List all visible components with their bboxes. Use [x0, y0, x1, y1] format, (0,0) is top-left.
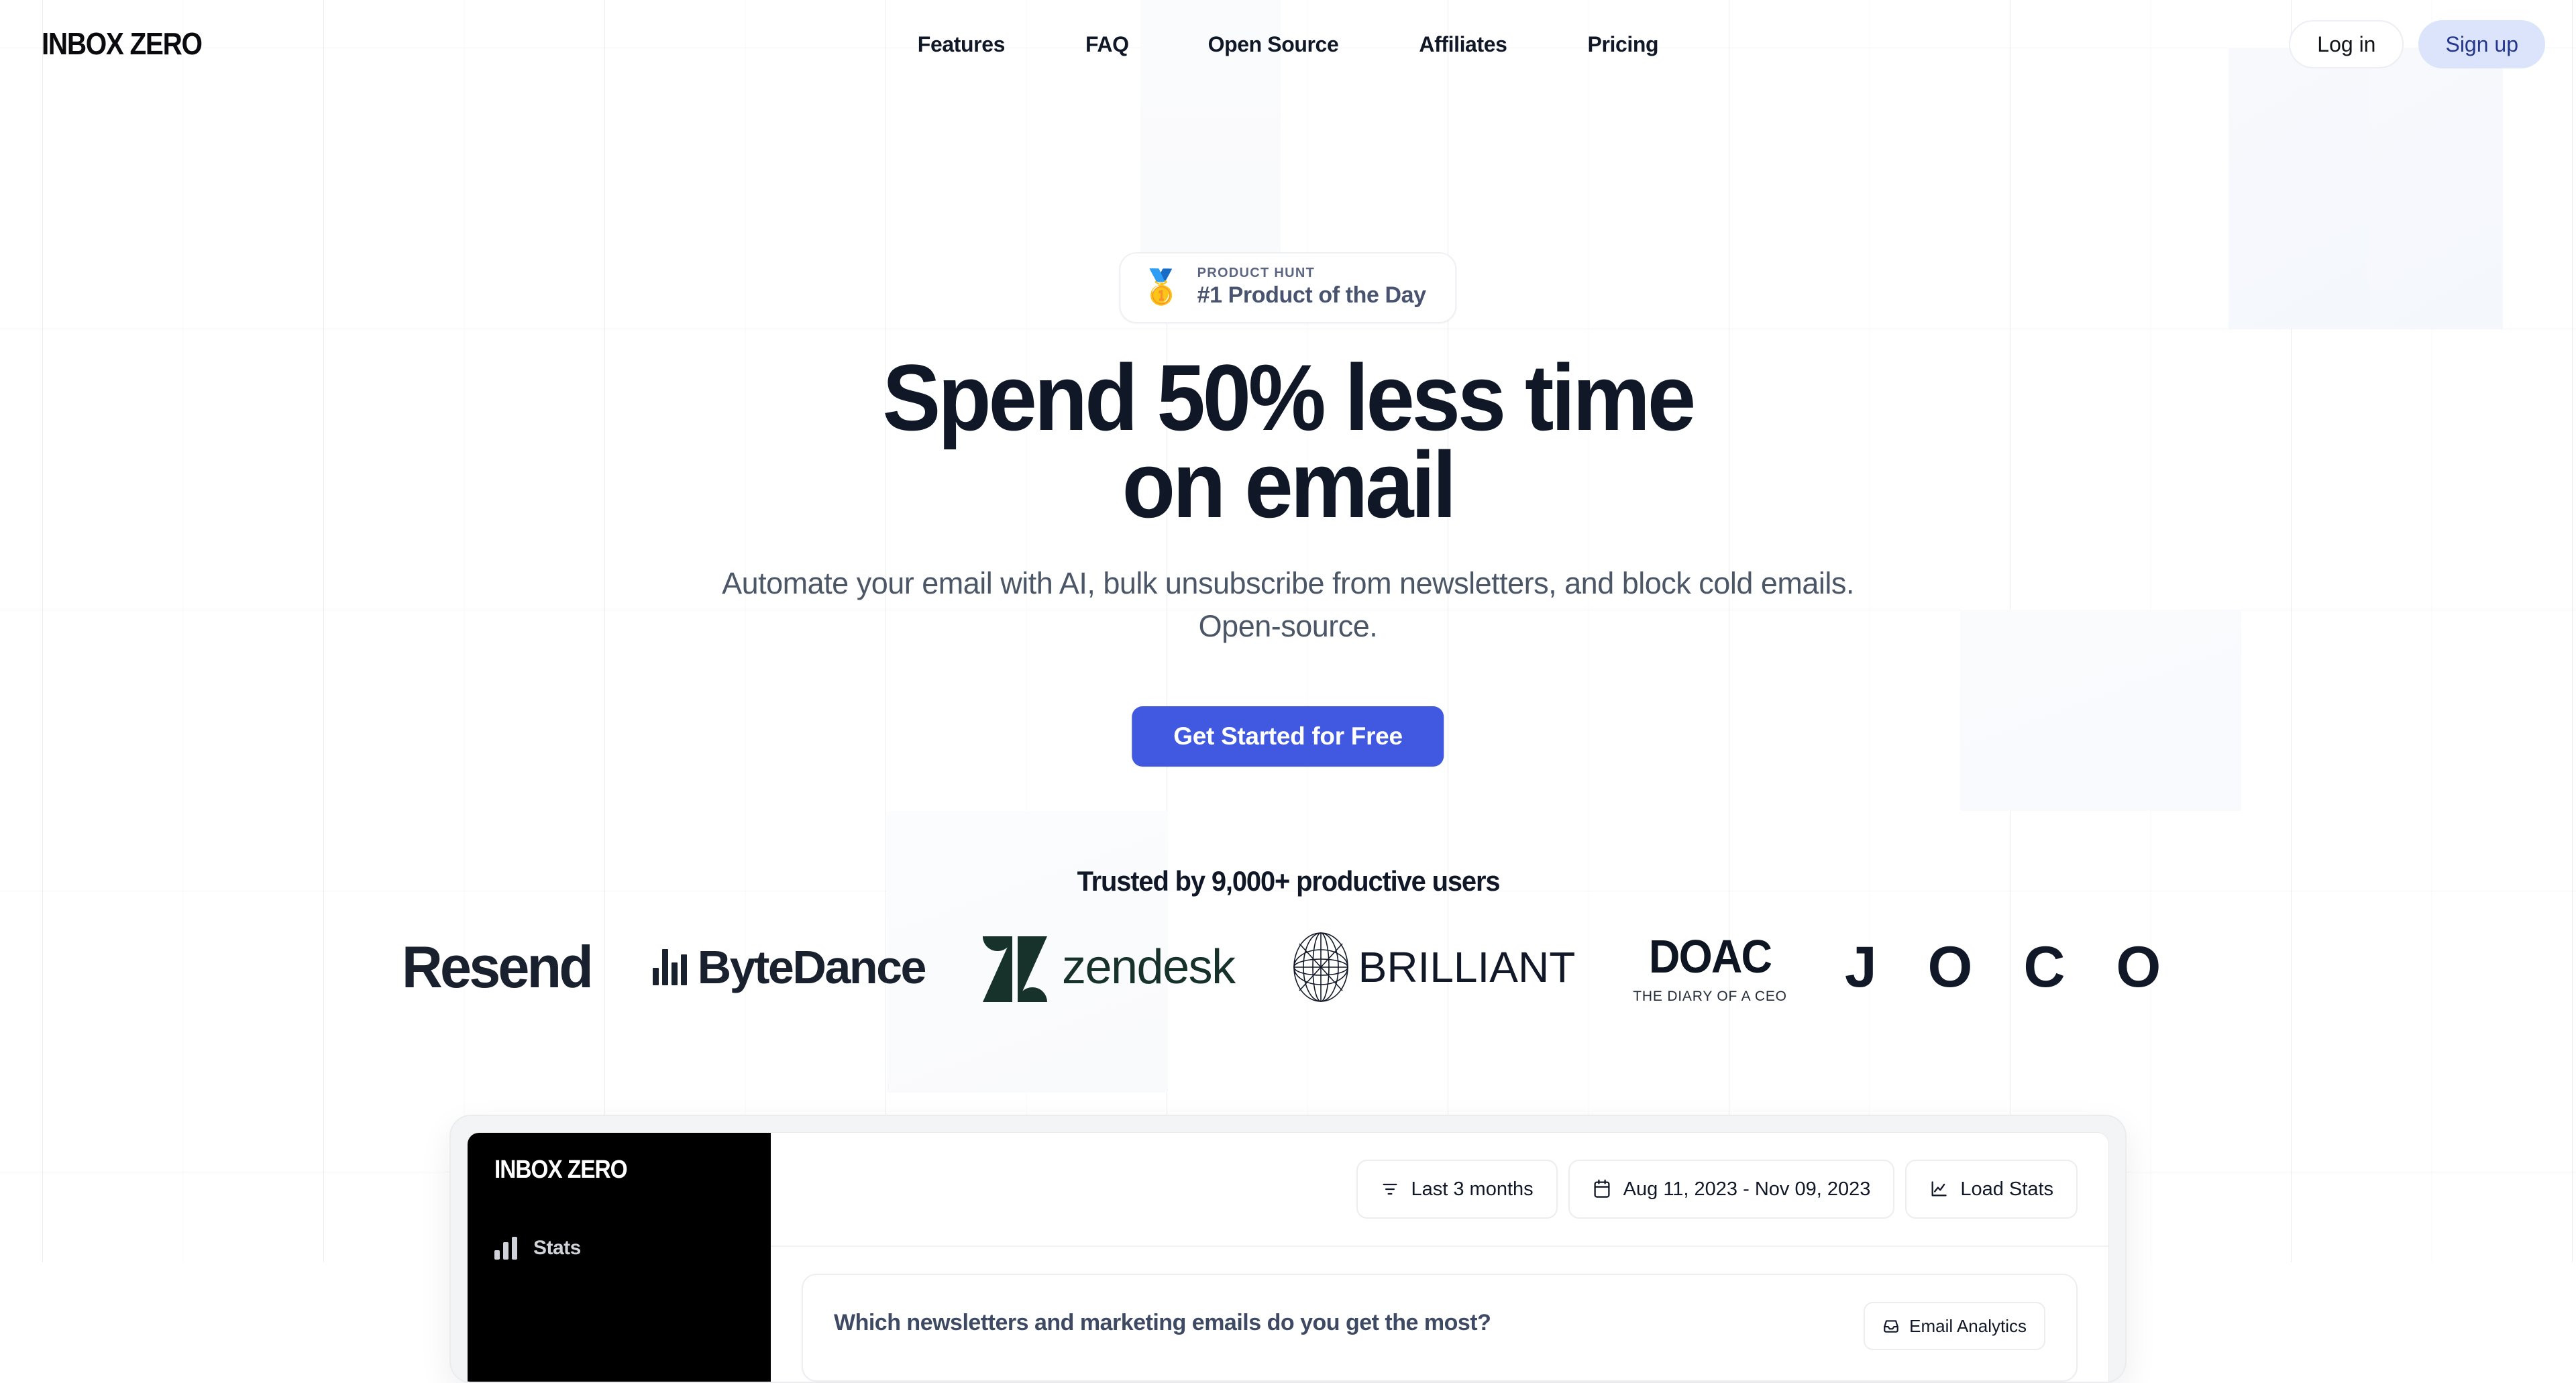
- signup-button[interactable]: Sign up: [2418, 20, 2545, 68]
- gold-medal-icon: 🥇: [1140, 268, 1183, 306]
- bar-chart-icon: [494, 1237, 517, 1260]
- app-sidebar-nav: Stats: [494, 1237, 771, 1260]
- grid-cell-tint: [1960, 610, 2241, 811]
- logo-brilliant-wordmark: BRILLIANT: [1358, 943, 1576, 991]
- nav-item-open-source[interactable]: Open Source: [1208, 32, 1339, 57]
- nav-item-features[interactable]: Features: [918, 32, 1006, 57]
- email-analytics-button[interactable]: Email Analytics: [1864, 1302, 2045, 1350]
- product-hunt-badge[interactable]: 🥇 PRODUCT HUNT #1 Product of the Day: [1119, 252, 1457, 323]
- logo-doac-wordmark: DOAC: [1648, 930, 1772, 983]
- app-toolbar: Last 3 months Aug 11, 2023 - Nov 09, 202…: [771, 1133, 2108, 1247]
- logo-cloud: Resend ByteDance zendesk BRILLIANT DOAC …: [0, 927, 2576, 1007]
- date-range-preset-label: Last 3 months: [1411, 1178, 1534, 1200]
- app-preview-mockup: INBOX ZERO Stats Last 3 months Aug 11, 2…: [449, 1115, 2127, 1383]
- date-range-label: Aug 11, 2023 - Nov 09, 2023: [1623, 1178, 1871, 1200]
- product-hunt-title: #1 Product of the Day: [1197, 282, 1427, 308]
- app-sidebar: INBOX ZERO Stats: [468, 1133, 771, 1382]
- hero-subheadline: Automate your email with AI, bulk unsubs…: [722, 566, 1854, 643]
- get-started-button[interactable]: Get Started for Free: [1132, 706, 1444, 767]
- logo-bytedance: ByteDance: [652, 927, 927, 1007]
- nav-item-affiliates[interactable]: Affiliates: [1419, 32, 1507, 57]
- sidebar-item-stats[interactable]: Stats: [494, 1237, 771, 1260]
- filter-icon: [1383, 1183, 1397, 1195]
- logo-zendesk-wordmark: zendesk: [1061, 940, 1236, 994]
- email-analytics-label: Email Analytics: [1909, 1315, 2027, 1336]
- app-body: Which newsletters and marketing emails d…: [771, 1247, 2108, 1382]
- chart-icon: [1931, 1181, 1947, 1197]
- logo-resend: Resend: [398, 927, 595, 1007]
- calendar-icon: [1594, 1179, 1610, 1198]
- logo-doac-tagline: THE DIARY OF A CEO: [1633, 989, 1787, 1004]
- newsletters-stats-card: Which newsletters and marketing emails d…: [802, 1274, 2078, 1382]
- logo-zendesk: zendesk: [982, 927, 1236, 1007]
- site-header: INBOX ZERO Features FAQ Open Source Affi…: [0, 0, 2576, 91]
- nav-item-pricing[interactable]: Pricing: [1588, 32, 1659, 57]
- auth-actions: Log in Sign up: [2289, 20, 2545, 68]
- headline-line-2: on email: [1122, 432, 1457, 538]
- stats-card-title: Which newsletters and marketing emails d…: [834, 1310, 1491, 1335]
- logo-brilliant: BRILLIANT: [1293, 927, 1576, 1007]
- logo-doac: DOAC THE DIARY OF A CEO: [1633, 927, 1787, 1007]
- trusted-by-label: Trusted by 9,000+ productive users: [1077, 865, 1500, 897]
- app-frame: INBOX ZERO Stats Last 3 months Aug 11, 2…: [467, 1132, 2109, 1382]
- page-title: Spend 50% less time on email: [483, 345, 2093, 538]
- trusted-by-title: Trusted by 9,000+ productive users: [0, 865, 2576, 897]
- product-hunt-badge-text: PRODUCT HUNT #1 Product of the Day: [1197, 266, 1427, 309]
- date-range-button[interactable]: Aug 11, 2023 - Nov 09, 2023: [1568, 1160, 1895, 1219]
- app-content: Last 3 months Aug 11, 2023 - Nov 09, 202…: [771, 1133, 2108, 1382]
- sidebar-item-label: Stats: [533, 1237, 581, 1259]
- bytedance-bars-icon: [652, 949, 687, 985]
- login-button[interactable]: Log in: [2289, 20, 2404, 68]
- logo-joco: J O C O: [1845, 927, 2178, 1007]
- main-nav: Features FAQ Open Source Affiliates Pric…: [0, 32, 2576, 57]
- nav-item-faq[interactable]: FAQ: [1085, 32, 1129, 57]
- logo-joco-wordmark: J O C O: [1844, 934, 2179, 999]
- zendesk-z-icon: [982, 936, 1047, 1002]
- brilliant-gem-icon: [1293, 932, 1348, 1002]
- load-stats-button[interactable]: Load Stats: [1905, 1160, 2078, 1219]
- load-stats-label: Load Stats: [1960, 1178, 2053, 1200]
- inbox-icon: [1884, 1320, 1898, 1333]
- product-hunt-eyebrow: PRODUCT HUNT: [1197, 266, 1316, 280]
- logo-resend-wordmark: Resend: [401, 934, 594, 1000]
- date-range-preset-button[interactable]: Last 3 months: [1356, 1160, 1558, 1219]
- logo-bytedance-wordmark: ByteDance: [697, 941, 927, 993]
- headline-line-1: Spend 50% less time: [882, 345, 1697, 450]
- app-sidebar-logo: INBOX ZERO: [494, 1156, 628, 1184]
